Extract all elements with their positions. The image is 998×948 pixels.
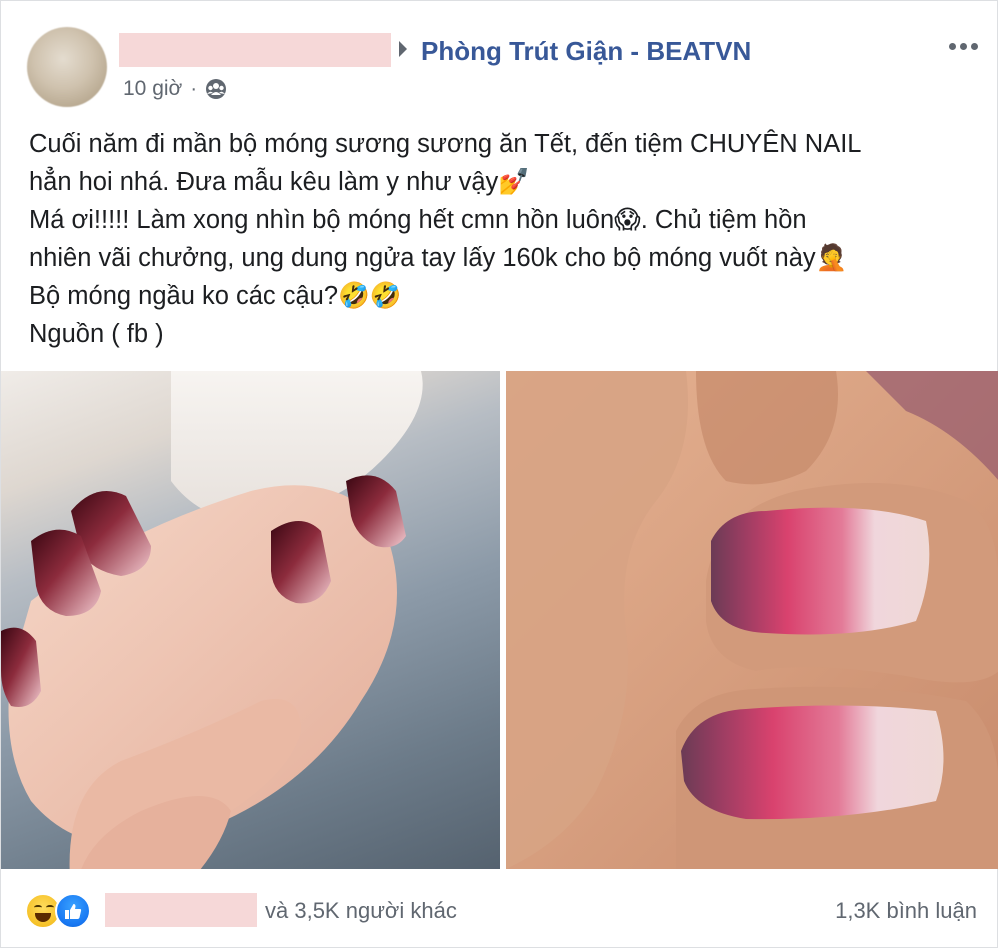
post-line: nhiên vãi chưởng, ung dung ngửa tay lấy … bbox=[29, 244, 848, 272]
comments-count[interactable]: 1,3K bình luận bbox=[835, 895, 977, 927]
reactor-name-redacted[interactable] bbox=[105, 893, 257, 927]
post-line: Nguồn ( fb ) bbox=[29, 320, 164, 348]
more-dot bbox=[971, 42, 978, 50]
more-options-icon[interactable] bbox=[949, 41, 989, 51]
author-name-redacted[interactable] bbox=[119, 33, 391, 67]
reaction-icons[interactable] bbox=[25, 893, 91, 929]
haha-eye bbox=[34, 905, 42, 910]
like-icon bbox=[55, 893, 91, 929]
post-timestamp[interactable]: 10 giờ bbox=[123, 75, 182, 103]
post-meta: 10 giờ · bbox=[123, 75, 227, 103]
reactors-count[interactable]: và 3,5K người khác bbox=[265, 895, 457, 927]
post-line: hẳn hoi nhá. Đưa mẫu kêu làm y như vậy💅 bbox=[29, 168, 531, 196]
post-line: Bộ móng ngầu ko các cậu?🤣🤣 bbox=[29, 282, 402, 310]
more-dot bbox=[949, 42, 956, 50]
post-line: Má ơi!!!!! Làm xong nhìn bộ móng hết cmn… bbox=[29, 206, 807, 234]
group-icon bbox=[205, 78, 227, 100]
post-line: Cuối năm đi mần bộ móng sương sương ăn T… bbox=[29, 130, 862, 158]
more-dot bbox=[960, 42, 967, 50]
group-name-link[interactable]: Phòng Trút Giận - BEATVN bbox=[421, 33, 751, 69]
author-avatar[interactable] bbox=[27, 27, 107, 107]
haha-eye bbox=[46, 905, 54, 910]
photo-sample-nails[interactable] bbox=[1, 371, 500, 869]
haha-mouth bbox=[35, 913, 51, 922]
post-body: Cuối năm đi mần bộ móng sương sương ăn T… bbox=[29, 125, 969, 353]
meta-separator: · bbox=[190, 78, 197, 100]
post-card: Phòng Trút Giận - BEATVN 10 giờ · Cuối n… bbox=[0, 0, 998, 948]
photo-result-nails[interactable] bbox=[506, 371, 998, 869]
arrow-right-icon bbox=[399, 41, 407, 57]
